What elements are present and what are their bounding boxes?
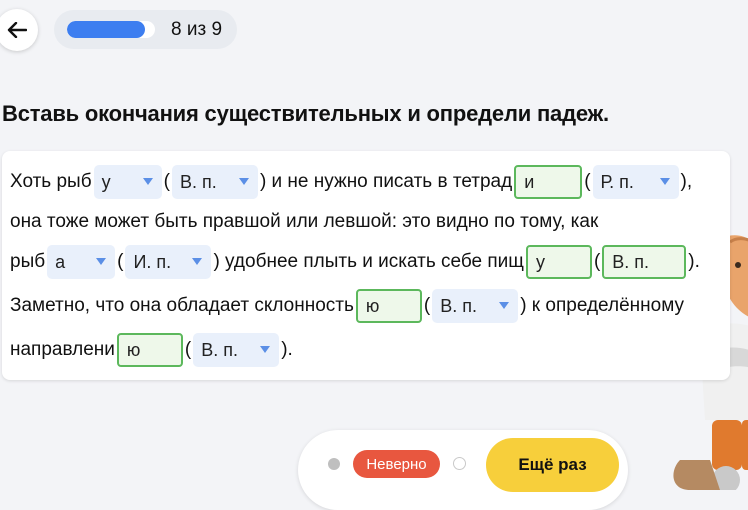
chevron-down-icon <box>499 302 510 309</box>
ending-select[interactable]: а <box>47 245 116 279</box>
exercise-line-5: направлени ю ( В. п. ). <box>10 332 293 368</box>
case-select[interactable]: В. п. <box>193 333 280 367</box>
ending-select[interactable]: у <box>93 165 162 199</box>
select-value: Р. п. <box>600 171 634 192</box>
back-button[interactable] <box>0 9 38 51</box>
text-segment: ). <box>688 251 700 272</box>
text-segment: ( <box>584 171 591 192</box>
text-segment: Заметно, что она обладает склонность <box>10 295 354 316</box>
text-segment: ) и не нужно писать в тетрад <box>259 171 513 192</box>
text-segment: направлени <box>10 339 115 360</box>
progress-bar-fill <box>67 21 146 38</box>
exercise-line-4: Заметно, что она обладает склонность ю (… <box>10 288 684 324</box>
text-segment: ( <box>593 251 601 272</box>
progress-label: 8 из 9 <box>171 19 223 40</box>
text-segment: ) удобнее плыть и искать себе пищ <box>213 251 524 272</box>
chevron-down-icon <box>238 178 249 185</box>
exercise-line-1: Хоть рыб у ( В. п. ) и не нужно писать в… <box>10 164 692 200</box>
text-segment: ). <box>281 339 293 360</box>
retry-button[interactable]: Ещё раз <box>486 438 619 492</box>
chevron-down-icon <box>659 178 670 185</box>
select-value: В. п. <box>179 171 217 192</box>
case-select[interactable]: В. п. <box>171 165 258 199</box>
ending-input[interactable]: ю <box>116 333 183 367</box>
exercise-line-3: рыб а ( И. п. ) удобнее плыть и искать с… <box>10 244 700 280</box>
previous-attempt-dot <box>328 458 340 470</box>
text-segment: она тоже может быть правшой или левшой: … <box>10 211 599 232</box>
progress-indicator: 8 из 9 <box>54 10 237 49</box>
text-segment: ( <box>163 171 170 192</box>
ending-input[interactable]: и <box>514 165 583 199</box>
text-segment: Хоть рыб <box>10 171 92 192</box>
answer-status-bar: Неверно Ещё раз <box>298 430 628 510</box>
next-attempt-dot <box>453 457 466 470</box>
select-value: В. п. <box>201 339 238 360</box>
exercise-card: Хоть рыб у ( В. п. ) и не нужно писать в… <box>2 151 730 380</box>
text-segment: ( <box>117 251 124 272</box>
text-segment: ), <box>680 171 693 192</box>
chevron-down-icon <box>260 346 271 353</box>
page-title: Вставь окончания существительных и опред… <box>2 101 609 126</box>
ending-input[interactable]: у <box>525 245 592 279</box>
case-select[interactable]: В. п. <box>432 289 519 323</box>
chevron-down-icon <box>96 258 107 265</box>
text-segment: ) к определённому <box>520 295 684 316</box>
text-segment: ( <box>423 295 431 316</box>
select-value: у <box>101 171 111 192</box>
exercise-line-2: она тоже может быть правшой или левшой: … <box>10 204 598 240</box>
text-segment: рыб <box>10 251 46 272</box>
arrow-left-icon <box>7 22 27 38</box>
ending-input[interactable]: ю <box>355 289 422 323</box>
case-select[interactable]: И. п. <box>125 245 212 279</box>
select-value: В. п. <box>440 295 477 316</box>
select-value: а <box>55 251 66 272</box>
chevron-down-icon <box>142 178 153 185</box>
progress-bar <box>67 21 155 38</box>
chevron-down-icon <box>192 258 203 265</box>
status-badge: Неверно <box>353 450 440 478</box>
case-input[interactable]: В. п. <box>602 245 687 279</box>
select-value: И. п. <box>133 251 172 272</box>
case-select[interactable]: Р. п. <box>592 165 679 199</box>
text-segment: ( <box>184 339 192 360</box>
